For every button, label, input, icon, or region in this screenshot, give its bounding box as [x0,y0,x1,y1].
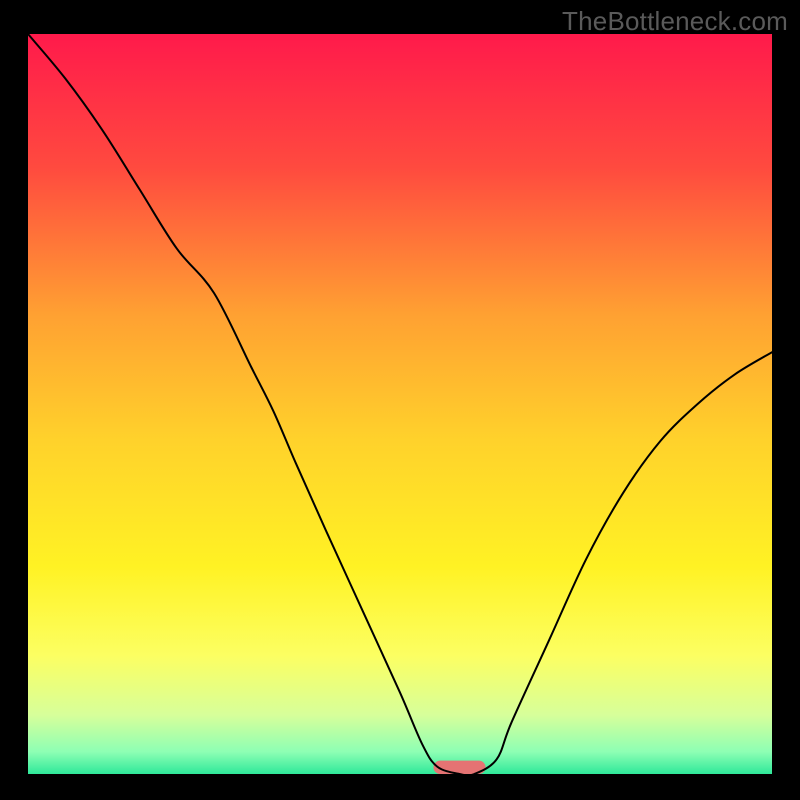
gradient-background [28,34,772,774]
watermark-text: TheBottleneck.com [562,6,788,37]
chart-container: TheBottleneck.com [0,0,800,800]
plot-area [28,34,772,774]
